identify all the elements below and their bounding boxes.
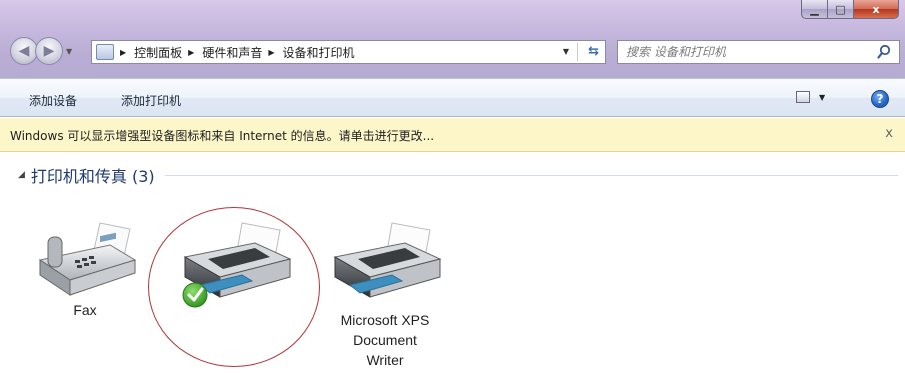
- chevron-right-icon: ▶: [120, 47, 127, 57]
- help-button[interactable]: ?: [871, 90, 889, 108]
- search-icon[interactable]: [877, 44, 891, 60]
- refresh-icon[interactable]: ⇆: [588, 44, 599, 59]
- device-label: Fax: [73, 302, 97, 318]
- printer-icon: [333, 222, 442, 298]
- control-panel-icon: [96, 44, 114, 60]
- device-label-line: Writer: [366, 352, 404, 368]
- navigation-buttons: ◀ ▶ ▼: [10, 37, 72, 65]
- add-device-button[interactable]: 添加设备: [29, 92, 77, 109]
- help-icon: ?: [876, 92, 884, 106]
- fax-icon: [38, 222, 137, 296]
- forward-button[interactable]: ▶: [35, 37, 63, 65]
- maximize-button[interactable]: □: [828, 0, 854, 19]
- group-title: 打印机和传真 (3): [30, 167, 155, 186]
- device-label-line: Document: [353, 332, 417, 348]
- search-box[interactable]: [617, 40, 900, 64]
- group-header-printers[interactable]: ◢ 打印机和传真 (3): [18, 163, 898, 187]
- search-input[interactable]: [626, 42, 866, 62]
- address-bar[interactable]: ▶ 控制面板 ▶ 硬件和声音 ▶ 设备和打印机 ▼ ⇆: [91, 40, 606, 64]
- breadcrumb-item[interactable]: 硬件和声音 ▶: [202, 44, 282, 61]
- group-divider: [164, 174, 898, 176]
- recent-pages-dropdown-icon[interactable]: ▼: [66, 47, 72, 56]
- breadcrumb-item[interactable]: 控制面板 ▶: [134, 44, 202, 61]
- view-icon: [796, 91, 810, 103]
- device-item-default-printer[interactable]: [160, 215, 310, 310]
- info-bar-message[interactable]: Windows 可以显示增强型设备图标和来自 Internet 的信息。请单击进…: [10, 127, 434, 144]
- window-controls: ▁ □ x: [801, 0, 899, 21]
- command-bar: 添加设备 添加打印机 ▼ ?: [0, 78, 905, 117]
- device-item-xps-writer[interactable]: Microsoft XPS Document Writer: [310, 215, 460, 370]
- back-arrow-icon: ◀: [18, 43, 30, 59]
- close-button[interactable]: x: [854, 0, 899, 19]
- change-view-button[interactable]: ▼: [796, 91, 825, 103]
- chevron-right-icon: ▶: [188, 47, 195, 57]
- printer-icon: [182, 222, 292, 308]
- window-titlebar: ▁ □ x ◀ ▶ ▼ ▶ 控制面板 ▶ 硬件和声音 ▶ 设备和打印机 ▼ ⇆: [0, 0, 905, 78]
- back-button[interactable]: ◀: [10, 37, 38, 65]
- chevron-down-icon[interactable]: ▼: [819, 93, 825, 102]
- breadcrumb-item-current[interactable]: 设备和打印机: [283, 44, 355, 61]
- collapse-triangle-icon[interactable]: ◢: [18, 170, 25, 180]
- info-bar-close-icon[interactable]: x: [885, 126, 893, 141]
- chevron-right-icon: ▶: [268, 47, 275, 57]
- device-label: Microsoft XPS Document Writer: [310, 310, 460, 370]
- breadcrumb-root-arrow[interactable]: ▶: [114, 48, 134, 57]
- device-label-line: Microsoft XPS: [340, 312, 430, 328]
- address-history-dropdown-icon[interactable]: ▼: [563, 47, 569, 56]
- device-item-fax[interactable]: Fax: [20, 215, 150, 320]
- minimize-button[interactable]: ▁: [801, 0, 828, 19]
- default-check-icon: [182, 282, 208, 308]
- forward-arrow-icon: ▶: [43, 43, 55, 59]
- add-printer-button[interactable]: 添加打印机: [121, 92, 181, 109]
- info-bar[interactable]: Windows 可以显示增强型设备图标和来自 Internet 的信息。请单击进…: [0, 118, 905, 152]
- address-divider: [577, 43, 578, 61]
